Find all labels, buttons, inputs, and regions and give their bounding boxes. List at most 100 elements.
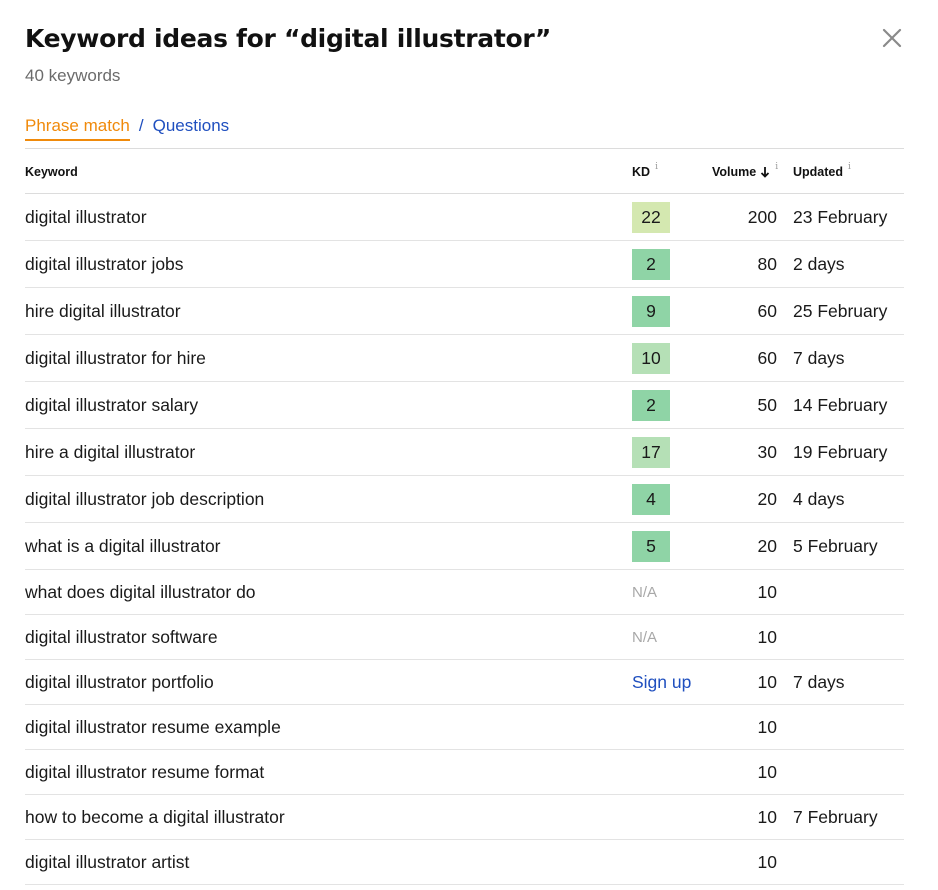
table-row: digital illustrator portfolio Sign up 10 7 … <box>25 660 904 705</box>
keywords-table: Keyword KD i Volume i Updated i digital … <box>25 148 904 885</box>
keyword-count: 40 keywords <box>25 66 121 85</box>
table-header: Keyword KD i Volume i Updated i <box>25 148 904 194</box>
keyword-cell[interactable]: digital illustrator artist <box>25 840 189 884</box>
table-row: digital illustrator 22 200 23 February <box>25 194 904 241</box>
tab-phrase-match[interactable]: Phrase match <box>25 116 130 141</box>
column-header-kd-label: KD <box>632 164 651 179</box>
kd-badge: 5 <box>632 530 670 562</box>
kd-cell: 9 <box>632 288 670 334</box>
close-icon <box>882 28 902 48</box>
keyword-cell[interactable]: digital illustrator resume example <box>25 705 281 749</box>
table-row: what does digital illustrator do N/A 10 <box>25 570 904 615</box>
table-row: digital illustrator for hire 10 60 7 days <box>25 335 904 382</box>
column-header-updated-label: Updated <box>793 164 843 179</box>
kd-cell: N/A <box>632 570 657 614</box>
kd-badge: 2 <box>632 248 670 280</box>
column-header-kd: KD i <box>632 149 658 194</box>
updated-cell: 25 February <box>793 300 888 321</box>
keyword-cell[interactable]: what does digital illustrator do <box>25 570 256 614</box>
table-row: digital illustrator resume example 10 <box>25 705 904 750</box>
column-header-keyword: Keyword <box>25 149 78 194</box>
table-row: digital illustrator salary 2 50 14 February <box>25 382 904 429</box>
match-type-tabs: Phrase match / Questions <box>25 116 229 141</box>
volume-cell: 10 <box>757 806 777 827</box>
close-button[interactable] <box>878 24 906 52</box>
updated-cell: 19 February <box>793 441 888 462</box>
volume-cell: 20 <box>757 535 777 556</box>
tab-separator: / <box>138 116 144 135</box>
updated-cell: 5 February <box>793 535 878 556</box>
kd-badge: 2 <box>632 389 670 421</box>
volume-cell: 50 <box>757 394 777 415</box>
kd-cell: 4 <box>632 476 670 522</box>
kd-badge: 4 <box>632 483 670 515</box>
keyword-cell[interactable]: how to become a digital illustrator <box>25 795 285 839</box>
kd-badge: 17 <box>632 436 670 468</box>
sign-up-link[interactable]: Sign up <box>632 672 691 693</box>
updated-cell: 2 days <box>793 253 845 274</box>
table-body: digital illustrator 22 200 23 February digit… <box>25 194 904 885</box>
kd-cell: Sign up <box>632 660 691 704</box>
tab-questions[interactable]: Questions <box>153 116 230 136</box>
volume-info-icon[interactable]: i <box>775 162 778 172</box>
table-row: digital illustrator jobs 2 80 2 days <box>25 241 904 288</box>
volume-cell: 60 <box>757 347 777 368</box>
table-row: digital illustrator resume format 10 <box>25 750 904 795</box>
volume-cell: 10 <box>757 716 777 737</box>
volume-cell: 10 <box>757 761 777 782</box>
table-row: digital illustrator artist 10 <box>25 840 904 885</box>
column-header-volume[interactable]: Volume i <box>712 149 778 194</box>
table-row: digital illustrator software N/A 10 <box>25 615 904 660</box>
keyword-cell[interactable]: digital illustrator job description <box>25 476 264 522</box>
updated-cell: 4 days <box>793 488 845 509</box>
keyword-cell[interactable]: what is a digital illustrator <box>25 523 221 569</box>
column-header-volume-label: Volume <box>712 164 757 179</box>
kd-cell: 22 <box>632 194 670 240</box>
kd-cell: 2 <box>632 241 670 287</box>
volume-cell: 80 <box>757 253 777 274</box>
volume-cell: 20 <box>757 488 777 509</box>
updated-info-icon[interactable]: i <box>848 162 851 172</box>
kd-cell: 10 <box>632 335 670 381</box>
table-row: how to become a digital illustrator 10 7 F… <box>25 795 904 840</box>
modal-title: Keyword ideas for “digital illustrator” <box>25 24 551 53</box>
volume-cell: 30 <box>757 441 777 462</box>
updated-cell: 7 February <box>793 806 878 827</box>
keyword-cell[interactable]: hire a digital illustrator <box>25 429 195 475</box>
updated-cell: 23 February <box>793 206 888 227</box>
kd-not-available: N/A <box>632 583 658 601</box>
volume-cell: 10 <box>757 671 777 692</box>
keyword-cell[interactable]: digital illustrator resume format <box>25 750 264 794</box>
table-row: hire a digital illustrator 17 30 19 Februar… <box>25 429 904 476</box>
volume-cell: 10 <box>757 851 777 872</box>
kd-cell: N/A <box>632 615 657 659</box>
table-row: digital illustrator job description 4 20 4 … <box>25 476 904 523</box>
column-header-keyword-label: Keyword <box>25 164 78 179</box>
arrow-down-icon <box>761 166 770 178</box>
kd-badge: 9 <box>632 295 670 327</box>
column-header-updated: Updated i <box>793 149 851 194</box>
updated-cell: 7 days <box>793 671 845 692</box>
keyword-cell[interactable]: digital illustrator software <box>25 615 218 659</box>
keyword-cell[interactable]: digital illustrator salary <box>25 382 198 428</box>
keyword-cell[interactable]: hire digital illustrator <box>25 288 181 334</box>
keyword-cell[interactable]: digital illustrator jobs <box>25 241 184 287</box>
updated-cell: 14 February <box>793 394 888 415</box>
keyword-cell[interactable]: digital illustrator for hire <box>25 335 206 381</box>
kd-badge: 10 <box>632 342 670 374</box>
keyword-ideas-modal: Keyword ideas for “digital illustrator” … <box>0 0 938 890</box>
kd-cell: 17 <box>632 429 670 475</box>
volume-cell: 60 <box>757 300 777 321</box>
volume-cell: 200 <box>747 206 777 227</box>
volume-cell: 10 <box>757 626 777 647</box>
kd-info-icon[interactable]: i <box>655 162 658 172</box>
volume-cell: 10 <box>757 581 777 602</box>
keyword-cell[interactable]: digital illustrator <box>25 194 147 240</box>
table-row: what is a digital illustrator 5 20 5 Februa… <box>25 523 904 570</box>
keyword-cell[interactable]: digital illustrator portfolio <box>25 660 214 704</box>
table-row: hire digital illustrator 9 60 25 February <box>25 288 904 335</box>
kd-cell: 5 <box>632 523 670 569</box>
updated-cell: 7 days <box>793 347 845 368</box>
kd-badge: 22 <box>632 201 670 233</box>
kd-not-available: N/A <box>632 628 658 646</box>
